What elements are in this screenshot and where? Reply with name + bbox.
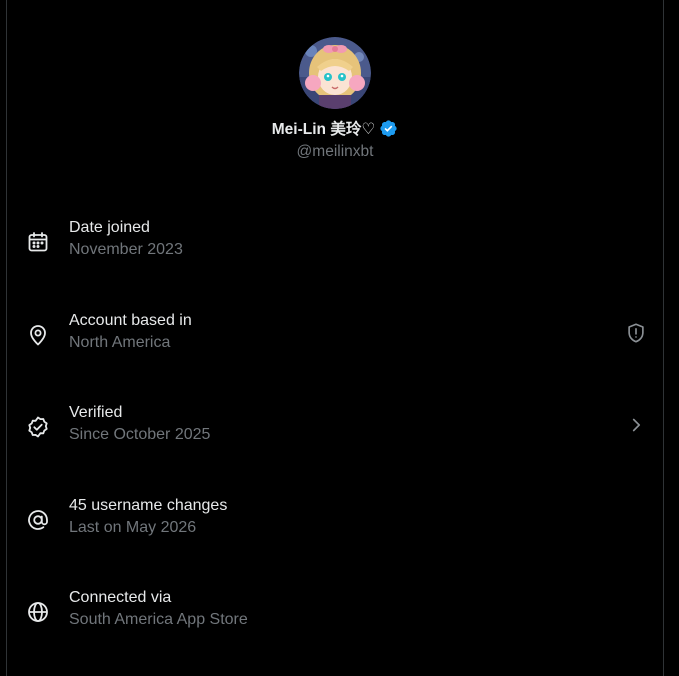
row-title: Verified <box>69 404 123 421</box>
row-title: Account based in <box>69 312 192 329</box>
row-username-changes: 45 username changes Last on May 2026 <box>7 497 663 557</box>
at-sign-icon <box>26 508 50 532</box>
about-account-panel: Mei-Lin 美玲♡ @meilinxbt Date joined Novem… <box>6 0 664 676</box>
avatar[interactable] <box>299 37 371 109</box>
verified-badge-icon <box>379 119 398 138</box>
row-title: Connected via <box>69 589 172 606</box>
profile-header: Mei-Lin 美玲♡ @meilinxbt <box>7 37 663 161</box>
chevron-right-icon[interactable] <box>625 414 647 436</box>
shield-alert-icon[interactable] <box>625 322 647 344</box>
verified-badge-icon <box>26 415 50 439</box>
row-title: Date joined <box>69 219 150 236</box>
row-subtitle: South America App Store <box>69 611 248 628</box>
name-row: Mei-Lin 美玲♡ <box>7 117 663 139</box>
calendar-icon <box>26 230 50 254</box>
row-date-joined: Date joined November 2023 <box>7 219 663 279</box>
row-account-based-in: Account based in North America <box>7 312 663 372</box>
row-subtitle: November 2023 <box>69 241 183 258</box>
username-handle[interactable]: @meilinxbt <box>7 143 663 161</box>
row-subtitle: North America <box>69 334 171 351</box>
row-connected-via: Connected via South America App Store <box>7 589 663 649</box>
row-title: 45 username changes <box>69 497 228 514</box>
location-pin-icon <box>26 323 50 347</box>
row-verified[interactable]: Verified Since October 2025 <box>7 404 663 464</box>
display-name[interactable]: Mei-Lin 美玲♡ <box>272 117 375 139</box>
row-subtitle: Since October 2025 <box>69 426 211 443</box>
globe-icon <box>26 600 50 624</box>
row-subtitle: Last on May 2026 <box>69 519 197 536</box>
